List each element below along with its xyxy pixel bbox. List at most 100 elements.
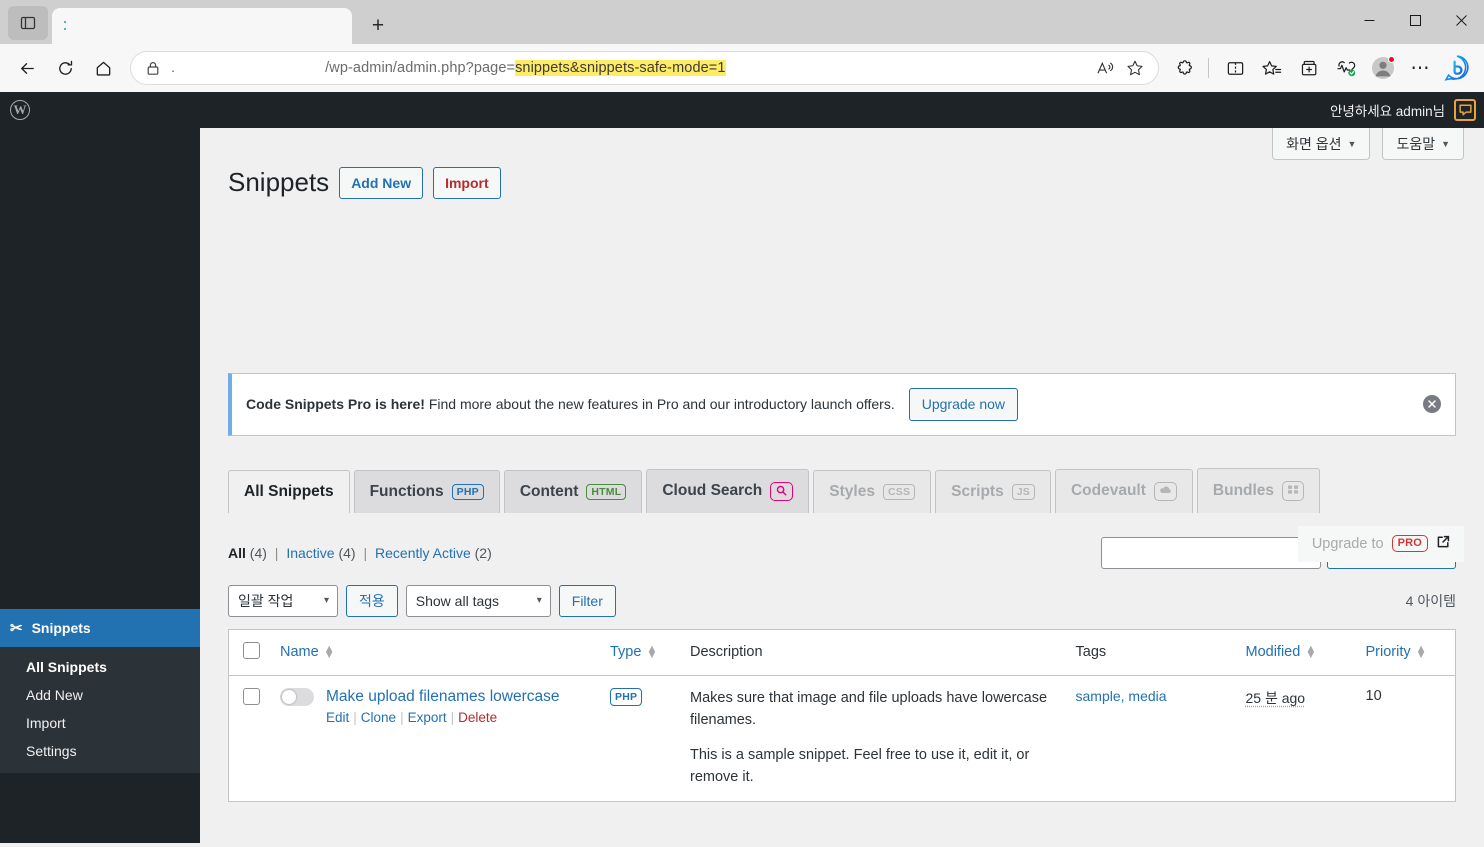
select-all-checkbox[interactable] <box>243 641 260 659</box>
snippet-name-link[interactable]: Make upload filenames lowercase <box>326 688 559 706</box>
snippet-activate-toggle[interactable] <box>280 687 314 706</box>
sort-by-modified[interactable]: Modified ▲ ▼ <box>1246 644 1317 661</box>
column-priority-label: Priority <box>1365 644 1411 661</box>
new-tab-button[interactable]: + <box>362 9 394 41</box>
admin-bar-right: 안녕하세요 admin님 <box>1330 99 1476 121</box>
upgrade-to-pro-link[interactable]: Upgrade to PRO <box>1297 525 1464 562</box>
page-header: Snippets Add New Import <box>228 166 1456 200</box>
sidebar-item-all-snippets[interactable]: All Snippets <box>0 653 200 681</box>
php-badge-icon: PHP <box>451 483 484 501</box>
dismiss-notice-icon[interactable] <box>1423 395 1441 414</box>
filter-button[interactable]: Filter <box>558 584 616 617</box>
read-aloud-icon[interactable] <box>1090 53 1120 83</box>
tab-all-snippets[interactable]: All Snippets <box>228 469 350 513</box>
menu-spacer <box>0 128 200 609</box>
column-modified: Modified ▲ ▼ <box>1235 629 1356 676</box>
tags-filter-select[interactable]: Show all tags ▾ <box>405 584 551 617</box>
speech-bubble-icon[interactable] <box>1454 99 1476 121</box>
table-row: Make upload filenames lowercase Edit | Clo… <box>229 675 1456 801</box>
collections-icon[interactable] <box>1292 51 1326 85</box>
view-inactive-count: (4) <box>338 544 356 561</box>
minimize-button[interactable] <box>1346 0 1392 40</box>
greeting-text[interactable]: 안녕하세요 admin님 <box>1330 100 1445 120</box>
refresh-icon[interactable] <box>48 51 82 85</box>
maximize-button[interactable] <box>1392 0 1438 40</box>
html-badge-icon: HTML <box>586 483 627 501</box>
close-window-button[interactable] <box>1438 0 1484 40</box>
sort-by-type[interactable]: Type ▲ ▼ <box>610 644 657 661</box>
navigation-bar: . /wp-admin/admin.php?page=snippets&snipp… <box>0 44 1484 92</box>
delete-snippet-link[interactable]: Delete <box>458 710 497 725</box>
back-icon[interactable] <box>10 51 44 85</box>
php-badge-icon: PHP <box>610 687 643 706</box>
view-separator: | <box>363 544 368 561</box>
row-priority-cell: 10 <box>1356 675 1456 801</box>
tab-content[interactable]: Content HTML <box>503 469 643 513</box>
bulk-actions-value: 일괄 작업 <box>238 592 294 609</box>
row-modified-cell: 25 분 ago <box>1236 675 1356 801</box>
profile-avatar[interactable] <box>1366 51 1400 85</box>
lock-icon <box>139 61 167 76</box>
sidebar-item-settings[interactable]: Settings <box>0 737 200 765</box>
wp-admin-menu: ✂ Snippets All Snippets Add New Import S… <box>0 128 200 843</box>
notice-strong: Code Snippets Pro is here! <box>246 396 425 413</box>
page-viewport: W 안녕하세요 admin님 ✂ Snippets All Snippets A… <box>0 92 1484 843</box>
split-screen-icon[interactable] <box>1218 51 1252 85</box>
apply-bulk-action-button[interactable]: 적용 <box>346 584 398 617</box>
table-head: Name ▲ ▼ Type ▲ ▼ Description Tags Modif… <box>228 629 1456 676</box>
favorite-star-icon[interactable] <box>1120 53 1150 83</box>
sort-by-name[interactable]: Name ▲ ▼ <box>280 644 335 661</box>
tab-cloud-search[interactable]: Cloud Search <box>646 468 810 513</box>
bulk-actions-select[interactable]: 일괄 작업 ▾ <box>228 584 338 617</box>
tab-strip: + <box>0 0 1484 44</box>
browser-tab[interactable] <box>52 8 352 44</box>
view-all-link[interactable]: All <box>228 545 246 561</box>
add-new-button[interactable]: Add New <box>339 166 424 200</box>
copilot-icon[interactable] <box>1440 51 1474 85</box>
help-button[interactable]: 도움말 ▼ <box>1382 128 1464 160</box>
search-input[interactable] <box>1101 536 1322 569</box>
sidebar-item-snippets[interactable]: ✂ Snippets <box>0 609 200 647</box>
tags-filter-value: Show all tags <box>415 592 500 609</box>
extensions-icon[interactable] <box>1168 51 1202 85</box>
views-filter-links: All (4) | Inactive (4) | Recently Active… <box>228 545 492 561</box>
wp-main-content: 화면 옵션 ▼ 도움말 ▼ Snippets Add New Import Co… <box>200 128 1484 843</box>
sidebar-item-snippets-label: Snippets <box>31 620 91 636</box>
address-bar[interactable]: . /wp-admin/admin.php?page=snippets&snipp… <box>130 51 1159 85</box>
wordpress-logo-icon[interactable]: W <box>10 100 30 120</box>
description-paragraph-2: This is a sample snippet. Feel free to u… <box>690 747 1030 786</box>
tab-codevault: Codevault <box>1054 468 1193 513</box>
chevron-down-icon: ▼ <box>1347 138 1357 149</box>
export-snippet-link[interactable]: Export <box>408 710 447 725</box>
tab-actions-icon[interactable] <box>8 6 48 40</box>
view-all-count: (4) <box>249 544 267 561</box>
help-label: 도움말 <box>1396 135 1436 152</box>
sidebar-item-import[interactable]: Import <box>0 709 200 737</box>
pro-badge-icon: PRO <box>1391 535 1428 553</box>
view-inactive-link[interactable]: Inactive <box>286 545 334 561</box>
settings-and-more-icon[interactable]: ⋯ <box>1403 51 1437 85</box>
external-link-icon <box>1436 535 1450 553</box>
table-header-row: Name ▲ ▼ Type ▲ ▼ Description Tags Modif… <box>228 629 1456 676</box>
url-highlight: snippets&snippets-safe-mode=1 <box>515 60 726 76</box>
browser-essentials-icon[interactable] <box>1329 51 1363 85</box>
clone-snippet-link[interactable]: Clone <box>361 710 396 725</box>
chevron-down-icon: ▾ <box>323 595 329 607</box>
sort-by-priority[interactable]: Priority ▲ ▼ <box>1365 644 1427 661</box>
sidebar-item-add-new[interactable]: Add New <box>0 681 200 709</box>
action-separator: | <box>353 709 357 725</box>
tab-functions[interactable]: Functions PHP <box>353 469 500 513</box>
tab-content-label: Content <box>519 482 579 500</box>
column-type-label: Type <box>610 644 642 661</box>
import-button[interactable]: Import <box>433 166 501 200</box>
row-checkbox[interactable] <box>243 687 260 705</box>
view-recently-active-link[interactable]: Recently Active <box>375 545 471 561</box>
edit-snippet-link[interactable]: Edit <box>326 710 349 725</box>
chevron-down-icon: ▾ <box>536 595 542 607</box>
screen-options-button[interactable]: 화면 옵션 ▼ <box>1272 128 1371 160</box>
home-icon[interactable] <box>86 51 120 85</box>
column-description: Description <box>680 629 1066 676</box>
upgrade-now-button[interactable]: Upgrade now <box>908 387 1019 421</box>
snippet-tags-link[interactable]: sample, media <box>1076 688 1167 704</box>
favorites-icon[interactable] <box>1255 51 1289 85</box>
